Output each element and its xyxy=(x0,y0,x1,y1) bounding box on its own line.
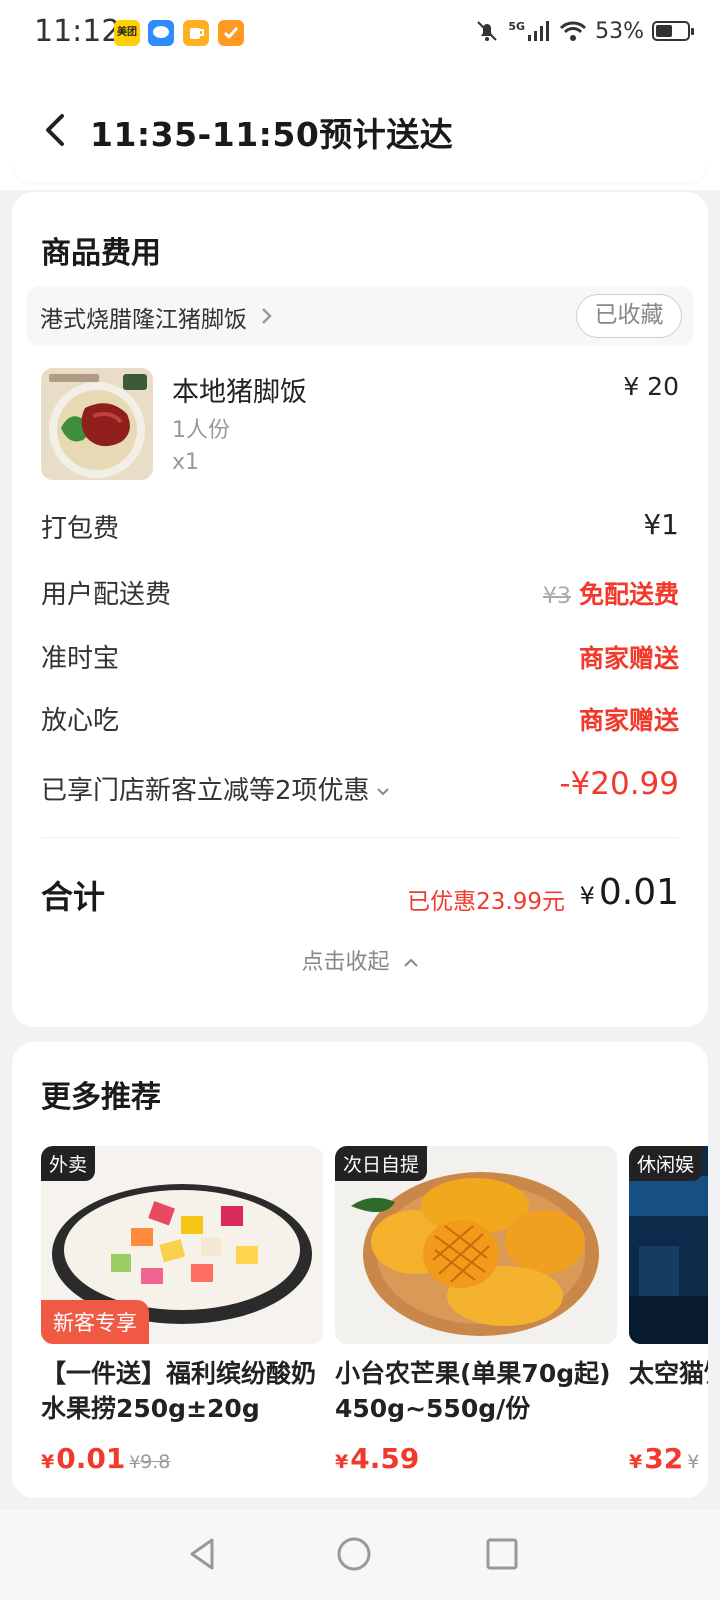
message-app-icon xyxy=(148,20,174,46)
divider xyxy=(41,837,679,838)
recommend-tag: 外卖 xyxy=(41,1146,96,1181)
total-label: 合计 xyxy=(41,878,106,916)
recommend-name: 太空猫饮品 xyxy=(629,1359,708,1388)
chevron-down-icon xyxy=(376,787,389,795)
dish-name: 本地猪脚饭 xyxy=(172,377,307,408)
recommend-item[interactable]: 外卖 新客专享 【一件送】福利缤纷酸奶水果捞250g±20g ¥0.01 ¥9.8 xyxy=(41,1146,323,1475)
dish-quantity: x1 xyxy=(172,450,200,475)
back-arrow-icon[interactable] xyxy=(36,110,76,150)
recommend-item[interactable]: 次日自提 小台农芒果(单果70g起) 450g~550g/份 ¥4.59 xyxy=(335,1146,617,1475)
original-yen: ¥ xyxy=(687,1451,700,1473)
price-yen: ¥ xyxy=(41,1451,55,1473)
nav-home-icon[interactable] xyxy=(332,1532,376,1576)
page-title: 11:35-11:50预计送达 xyxy=(90,115,454,154)
wifi-icon xyxy=(560,21,587,41)
dish-price: ¥ 20 xyxy=(623,372,679,401)
recommend-price: ¥32 ¥ xyxy=(629,1442,708,1475)
discount-row[interactable]: 已享门店新客立减等2项优惠 xyxy=(41,770,390,807)
mute-bell-icon xyxy=(477,21,498,41)
total-value: ¥0.01 xyxy=(580,872,679,913)
recommend-image: 外卖 新客专享 xyxy=(41,1146,323,1344)
check-app-icon xyxy=(218,20,244,46)
recommend-image: 次日自提 xyxy=(335,1146,617,1344)
safe-eat-label: 放心吃 xyxy=(41,706,120,736)
network-type: 5G xyxy=(508,19,526,33)
recommend-tag: 次日自提 xyxy=(335,1146,428,1181)
delivery-free-label: 免配送费 xyxy=(578,580,679,609)
recommend-price: ¥4.59 xyxy=(335,1442,617,1475)
price-amount: 4.59 xyxy=(350,1442,420,1475)
original-amount: 9.8 xyxy=(140,1451,171,1473)
cup-app-icon xyxy=(183,20,209,46)
status-time: 11:12 xyxy=(34,14,121,49)
system-nav-bar xyxy=(0,1510,720,1600)
dish-spec: 1人份 xyxy=(172,418,230,443)
price-yen: ¥ xyxy=(629,1451,643,1473)
store-row[interactable]: 港式烧腊隆江猪脚饭 已收藏 xyxy=(26,286,694,346)
price-amount: 0.01 xyxy=(56,1442,126,1475)
collapse-button[interactable]: 点击收起 xyxy=(12,944,708,976)
battery-percent: 53% xyxy=(595,18,644,44)
chevron-right-icon xyxy=(262,308,272,324)
meituan-app-icon: 美团 xyxy=(114,20,140,46)
recommend-name: 小台农芒果(单果70g起) 450g~550g/份 xyxy=(335,1359,611,1423)
status-bar: 11:12 美团 5G 53% xyxy=(0,0,720,70)
fee-card: 商品费用 港式烧腊隆江猪脚饭 已收藏 本地猪脚饭 1人份 x1 ¥ 20 打包费… xyxy=(12,192,708,1027)
battery-icon xyxy=(652,21,694,41)
safe-eat-value: 商家赠送 xyxy=(578,706,679,735)
collapse-label: 点击收起 xyxy=(301,950,390,975)
nav-recents-icon[interactable] xyxy=(480,1532,524,1576)
ontime-label: 准时宝 xyxy=(41,644,120,674)
new-customer-badge: 新客专享 xyxy=(41,1300,149,1344)
nav-back-icon[interactable] xyxy=(182,1532,226,1576)
total-yen: ¥ xyxy=(579,882,595,910)
recommend-card: 更多推荐 外卖 新客专享 【一件送】福利缤纷酸奶水果捞250g±20g ¥0.0… xyxy=(12,1042,708,1498)
recommend-item[interactable]: 休闲娱 太空猫饮品 ¥32¥ xyxy=(629,1146,708,1475)
price-yen: ¥ xyxy=(335,1451,349,1473)
delivery-fee-label: 用户配送费 xyxy=(41,580,172,610)
delivery-original-price: ¥3 xyxy=(542,584,571,609)
packing-fee-value: ¥1 xyxy=(643,508,679,541)
signal-icon xyxy=(528,21,550,41)
fee-card-title: 商品费用 xyxy=(41,236,161,271)
original-price: ¥9.8 xyxy=(129,1451,170,1473)
price-amount: 32 xyxy=(644,1442,684,1475)
store-name[interactable]: 港式烧腊隆江猪脚饭 xyxy=(40,300,247,334)
discount-value: -¥20.99 xyxy=(559,766,679,802)
previous-card-edge xyxy=(12,162,708,182)
packing-fee-label: 打包费 xyxy=(41,514,120,544)
total-discount: 已优惠23.99元 xyxy=(407,889,565,915)
ontime-value: 商家赠送 xyxy=(578,644,679,673)
original-yen: ¥ xyxy=(129,1453,141,1473)
delivery-fee-value: ¥3 免配送费 xyxy=(543,575,679,611)
recommend-tag: 休闲娱 xyxy=(629,1146,703,1181)
total-amount: 0.01 xyxy=(598,872,679,913)
dish-image xyxy=(41,368,153,480)
discount-label: 已享门店新客立减等2项优惠 xyxy=(41,776,370,806)
recommend-title: 更多推荐 xyxy=(41,1080,161,1115)
recommend-price: ¥0.01 ¥9.8 xyxy=(41,1442,323,1475)
recommend-name: 【一件送】福利缤纷酸奶水果捞250g±20g xyxy=(41,1359,317,1423)
chevron-up-icon xyxy=(403,958,418,967)
recommend-image: 休闲娱 xyxy=(629,1146,708,1344)
favorite-button[interactable]: 已收藏 xyxy=(576,294,682,338)
